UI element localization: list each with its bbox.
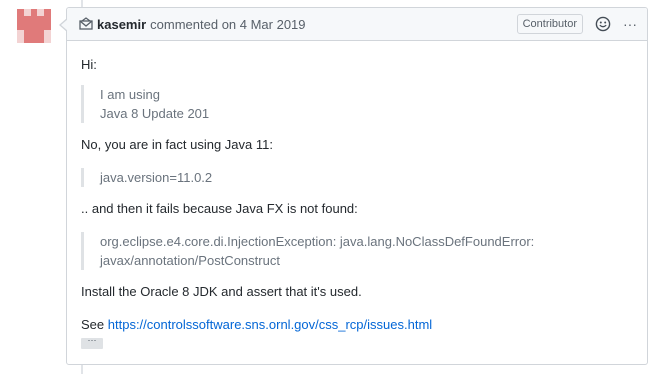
comment-header-meta: kasemir commented on 4 Mar 2019: [79, 17, 517, 32]
comment-author[interactable]: kasemir: [97, 17, 146, 32]
comment-action-text: commented on 4 Mar 2019: [150, 16, 306, 32]
issues-link[interactable]: https://controlssoftware.sns.ornl.gov/cs…: [108, 317, 432, 332]
quote-java-version: java.version=11.0.2: [81, 168, 633, 187]
quote-line: Java 8 Update 201: [100, 106, 210, 121]
paragraph-text: .. and then it fails because Java FX is …: [81, 201, 358, 216]
kebab-horizontal-icon[interactable]: ···: [623, 17, 637, 31]
see-label: See: [81, 317, 105, 332]
quote-line: java.version=11.0.2: [100, 170, 213, 185]
paragraph-text: Install the Oracle 8 JDK and assert that…: [81, 284, 362, 299]
contributor-badge: Contributor: [516, 14, 583, 34]
quote-line: I am using: [100, 87, 160, 102]
smiley-icon[interactable]: [595, 16, 611, 32]
comment-body: Hi: I am using Java 8 Update 201 No, you…: [67, 41, 647, 353]
see-line: See https://controlssoftware.sns.ornl.go…: [81, 315, 633, 334]
greeting-text: Hi:: [81, 57, 97, 72]
comment-box: kasemir commented on 4 Mar 2019 Contribu…: [59, 7, 648, 365]
hidden-text-expander-button[interactable]: ···: [81, 336, 103, 349]
quote-exception: org.eclipse.e4.core.di.InjectionExceptio…: [81, 232, 633, 270]
quote-java-version-claim: I am using Java 8 Update 201: [81, 85, 633, 123]
avatar[interactable]: [17, 9, 51, 43]
quote-line: javax/annotation/PostConstruct: [100, 253, 280, 268]
comment-header: kasemir commented on 4 Mar 2019 Contribu…: [67, 8, 647, 41]
paragraph-text: No, you are in fact using Java 11:: [81, 137, 273, 152]
quote-line: org.eclipse.e4.core.di.InjectionExceptio…: [100, 234, 535, 249]
mail-icon: [79, 17, 93, 30]
